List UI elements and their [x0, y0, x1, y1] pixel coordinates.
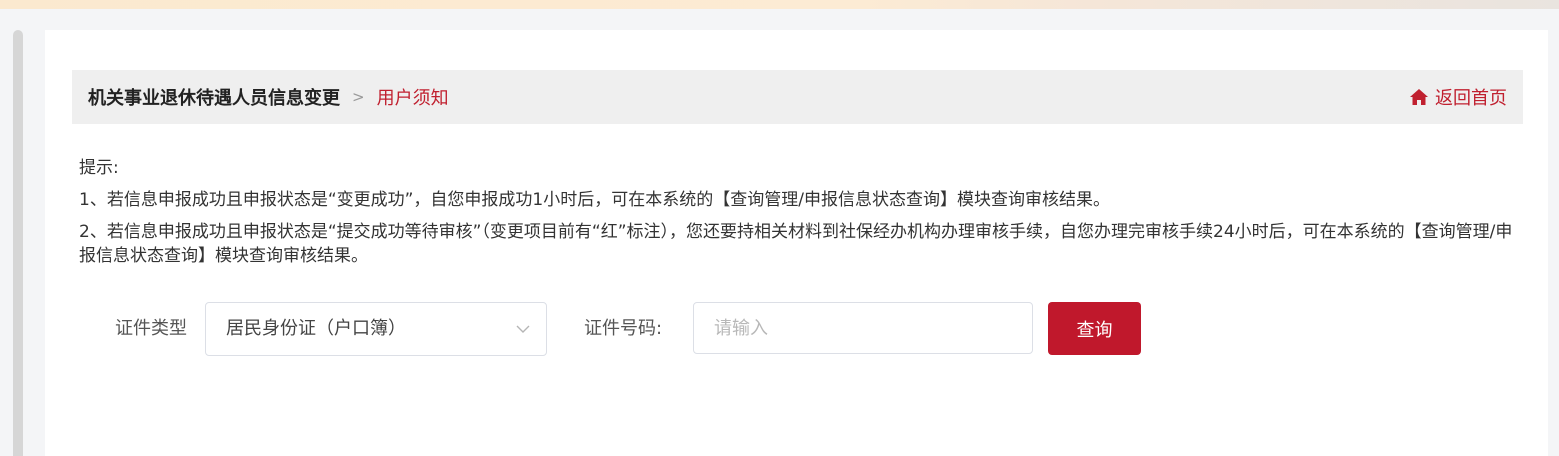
id-number-label: 证件号码: [584, 318, 663, 339]
content-panel: 机关事业退休待遇人员信息变更 > 用户须知 返回首页 提示: 1、若信息申报成功… [45, 30, 1548, 456]
chevron-down-icon [516, 325, 530, 333]
home-link[interactable]: 返回首页 [1409, 70, 1507, 124]
notice-title: 提示: [79, 158, 119, 178]
breadcrumb-root[interactable]: 机关事业退休待遇人员信息变更 [88, 84, 340, 110]
query-form: 证件类型 居民身份证（户口簿） 证件号码: 查询 [45, 302, 1548, 356]
breadcrumb: 机关事业退休待遇人员信息变更 > 用户须知 [88, 70, 449, 124]
notice-item: 1、若信息申报成功且申报状态是“变更成功”，自您申报成功1小时后，可在本系统的【… [79, 190, 1110, 210]
left-scrollbar[interactable] [13, 30, 23, 456]
notice: 提示: 1、若信息申报成功且申报状态是“变更成功”，自您申报成功1小时后，可在本… [79, 156, 1524, 276]
breadcrumb-current: 用户须知 [376, 88, 449, 109]
id-type-value: 居民身份证（户口簿） [226, 318, 406, 339]
home-icon [1410, 89, 1428, 105]
home-link-label: 返回首页 [1435, 88, 1507, 109]
id-type-select[interactable]: 居民身份证（户口簿） [205, 302, 547, 356]
breadcrumb-separator: > [352, 88, 365, 106]
notice-item: 2、若信息申报成功且申报状态是“提交成功等待审核”（变更项目前有“红”标注），您… [79, 222, 1513, 266]
query-button[interactable]: 查询 [1048, 302, 1141, 355]
id-type-label: 证件类型 [115, 318, 187, 339]
top-banner [0, 0, 1559, 9]
id-number-input[interactable] [693, 302, 1033, 354]
header-bar: 机关事业退休待遇人员信息变更 > 用户须知 返回首页 [72, 70, 1523, 124]
